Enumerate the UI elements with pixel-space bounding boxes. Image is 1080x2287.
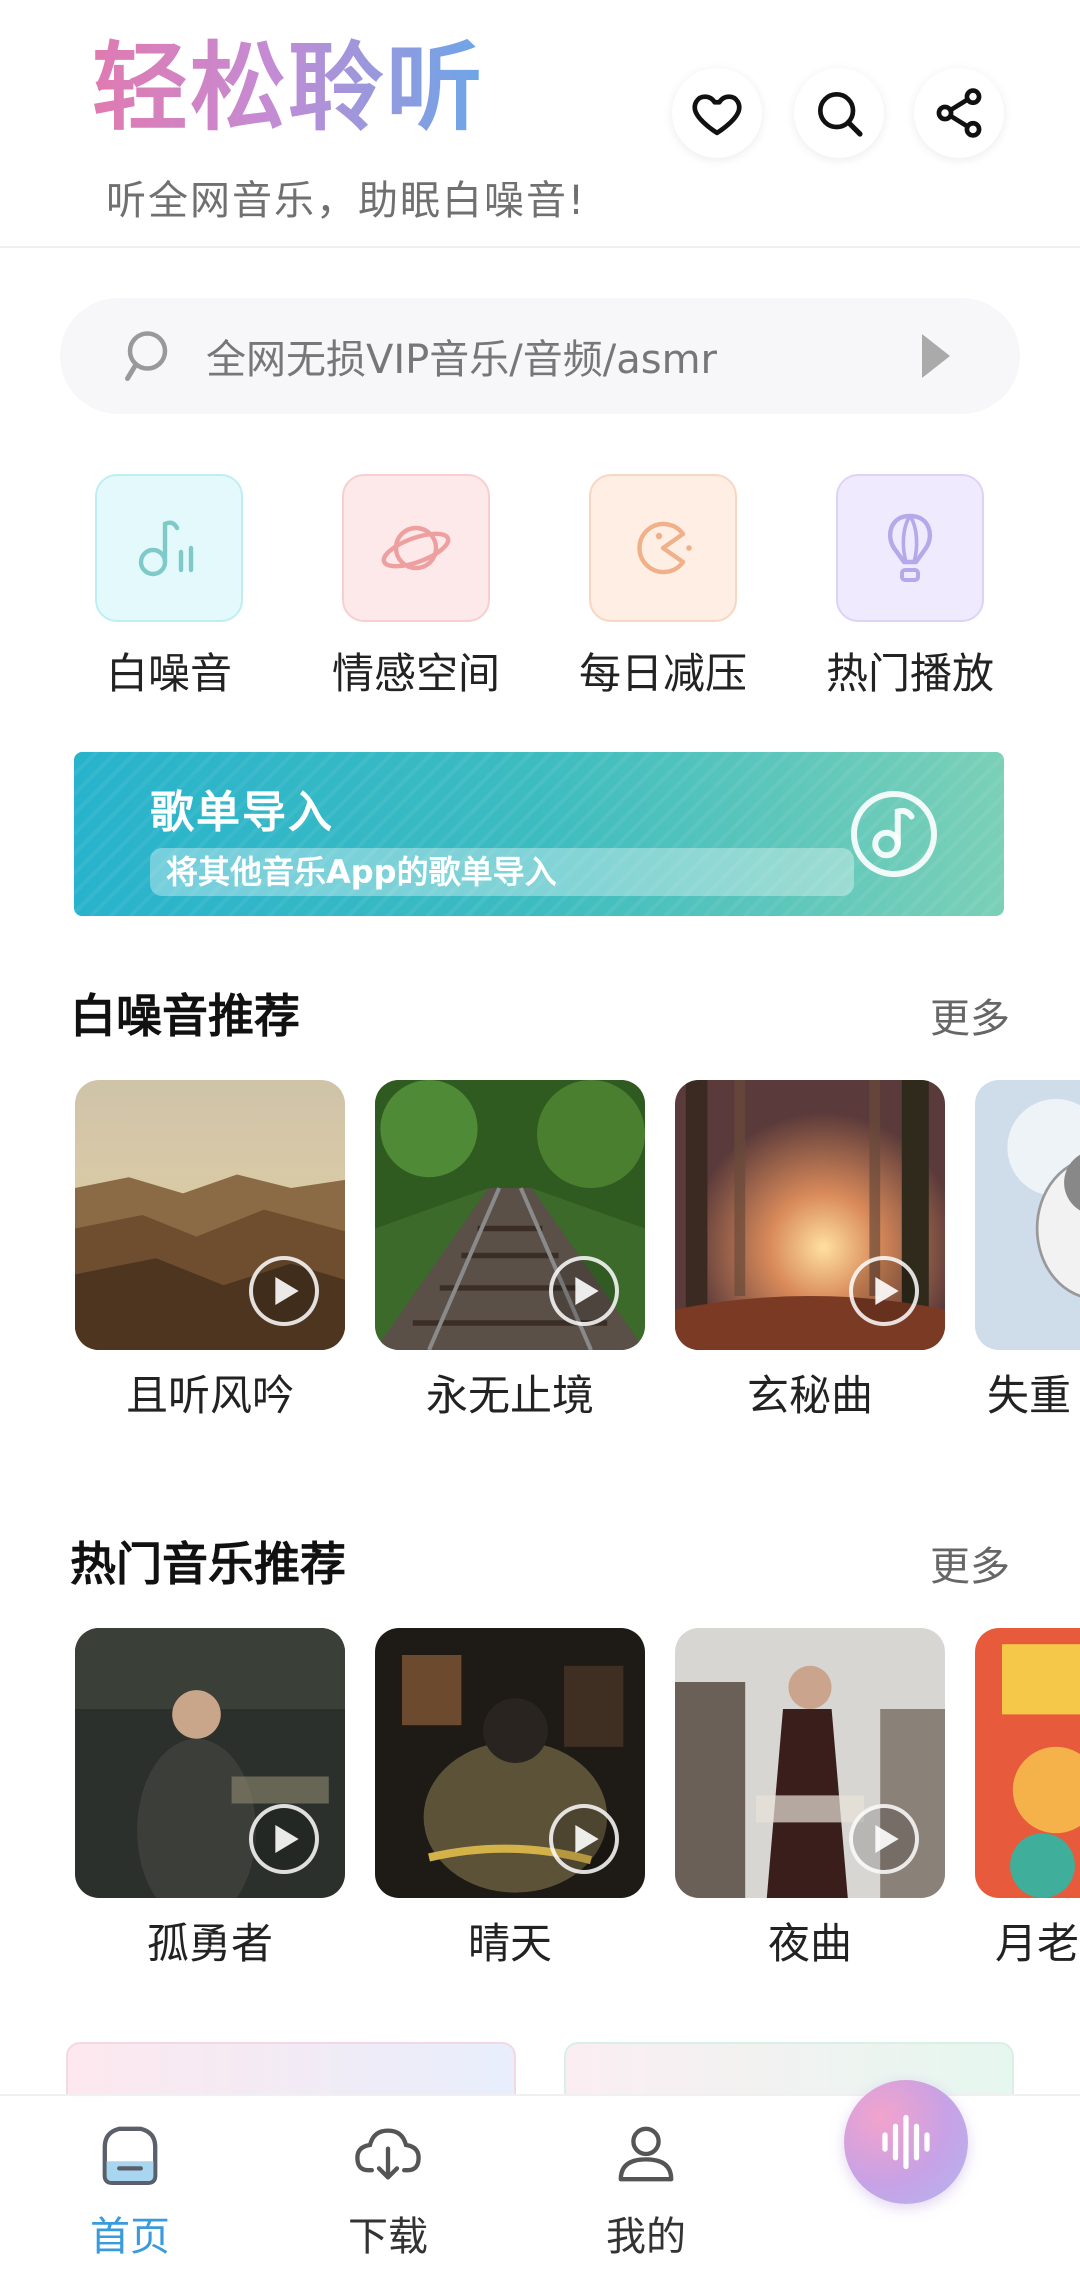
category-white-noise[interactable]: 白噪音 — [69, 474, 269, 701]
hot-music-row: 孤勇者 晴天 夜曲 月老 — [0, 1628, 1080, 2008]
category-label: 白噪音 — [105, 649, 232, 698]
search-icon — [818, 92, 863, 137]
category-grid: 白噪音 情感空间 每日减压 热门播放 — [0, 474, 1080, 698]
card-title: 夜曲 — [767, 1919, 852, 1968]
card-title: 且听风吟 — [125, 1371, 294, 1420]
cover-image — [375, 1080, 645, 1350]
music-card[interactable]: 夜曲 — [675, 1628, 945, 1971]
nav-download-label: 下载 — [348, 2214, 428, 2260]
card-title: 月老 — [995, 1919, 1080, 1968]
play-icon — [574, 1825, 599, 1853]
album-cover — [75, 1628, 345, 1898]
nav-download[interactable]: 下载 — [308, 2118, 468, 2262]
astronaut-image — [975, 1080, 1080, 1350]
pacman-icon — [637, 521, 692, 575]
music-card[interactable]: 晴天 — [375, 1628, 645, 1971]
play-button[interactable] — [849, 1804, 919, 1874]
play-icon — [574, 1277, 599, 1305]
category-emotion-space[interactable]: 情感空间 — [316, 474, 516, 701]
play-icon — [274, 1277, 299, 1305]
sound-wave-icon — [882, 2114, 930, 2170]
share-icon — [936, 88, 982, 138]
app-subtitle: 听全网音乐，助眠白噪音! — [106, 178, 587, 224]
promo-card[interactable] — [66, 2042, 516, 2102]
music-note-icon — [138, 520, 194, 577]
card-title: 孤勇者 — [146, 1919, 273, 1968]
search-button[interactable] — [794, 68, 884, 158]
category-label: 每日减压 — [578, 649, 747, 698]
album-cover — [675, 1628, 945, 1898]
album-cover-image — [975, 1628, 1080, 1898]
card-title: 玄秘曲 — [746, 1371, 873, 1420]
user-icon — [618, 2126, 674, 2182]
category-daily-relax[interactable]: 每日减压 — [563, 474, 763, 701]
category-label: 情感空间 — [331, 649, 500, 698]
play-button[interactable] — [549, 1804, 619, 1874]
play-icon — [274, 1825, 299, 1853]
card-title: 失重 — [987, 1371, 1072, 1420]
search-input[interactable]: 全网无损VIP音乐/音频/asmr — [206, 327, 916, 385]
share-button[interactable] — [914, 68, 1004, 158]
hot-air-balloon-icon — [888, 513, 932, 582]
cover-image — [75, 1080, 345, 1350]
banner-title: 歌单导入 — [150, 787, 334, 838]
search-icon — [125, 331, 168, 381]
now-playing-button[interactable] — [844, 2080, 968, 2204]
album-cover — [975, 1628, 1080, 1898]
hot-music-section-title: 热门音乐推荐 — [70, 1537, 346, 1591]
playlist-import-banner[interactable]: 歌单导入 将其他音乐App的歌单导入 — [74, 752, 1004, 916]
heart-icon — [692, 94, 742, 136]
cover-image — [675, 1080, 945, 1350]
banner-subtitle: 将其他音乐App的歌单导入 — [150, 848, 854, 896]
home-icon — [102, 2126, 158, 2185]
cover-image — [975, 1080, 1080, 1350]
card-title: 永无止境 — [425, 1371, 594, 1420]
play-button[interactable] — [249, 1804, 319, 1874]
favorites-button[interactable] — [672, 68, 762, 158]
hot-music-more-link[interactable]: 更多 — [930, 1534, 1010, 1592]
play-button[interactable] — [549, 1256, 619, 1326]
category-hot-play[interactable]: 热门播放 — [810, 474, 1010, 701]
play-button[interactable] — [249, 1256, 319, 1326]
white-noise-card[interactable]: 玄秘曲 — [675, 1080, 945, 1423]
promo-card[interactable] — [564, 2042, 1014, 2102]
cloud-download-icon — [355, 2128, 421, 2180]
album-cover — [375, 1628, 645, 1898]
play-icon — [874, 1277, 899, 1305]
play-icon — [874, 1825, 899, 1853]
card-title: 晴天 — [467, 1919, 552, 1968]
nav-mine-label: 我的 — [606, 2214, 686, 2260]
category-label: 热门播放 — [825, 649, 994, 698]
music-card[interactable]: 月老 — [975, 1628, 1080, 1971]
music-card[interactable]: 孤勇者 — [75, 1628, 345, 1971]
app-header: 轻松聆听 听全网音乐，助眠白噪音! — [0, 0, 1080, 248]
play-arrow-icon[interactable] — [916, 330, 956, 382]
white-noise-card[interactable]: 永无止境 — [375, 1080, 645, 1423]
search-bar[interactable]: 全网无损VIP音乐/音频/asmr — [60, 298, 1020, 414]
white-noise-row: 且听风吟 永无止境 玄秘曲 失重 — [0, 1080, 1080, 1460]
white-noise-card[interactable]: 失重 — [975, 1080, 1080, 1423]
white-noise-section-title: 白噪音推荐 — [70, 989, 300, 1043]
nav-home[interactable]: 首页 — [50, 2118, 210, 2262]
planet-icon — [381, 525, 451, 571]
play-button[interactable] — [849, 1256, 919, 1326]
music-disc-icon — [851, 791, 937, 877]
app-title: 轻松聆听 — [92, 32, 484, 144]
nav-home-label: 首页 — [90, 2214, 170, 2260]
white-noise-more-link[interactable]: 更多 — [930, 986, 1010, 1044]
white-noise-card[interactable]: 且听风吟 — [75, 1080, 345, 1423]
nav-mine[interactable]: 我的 — [566, 2118, 726, 2262]
